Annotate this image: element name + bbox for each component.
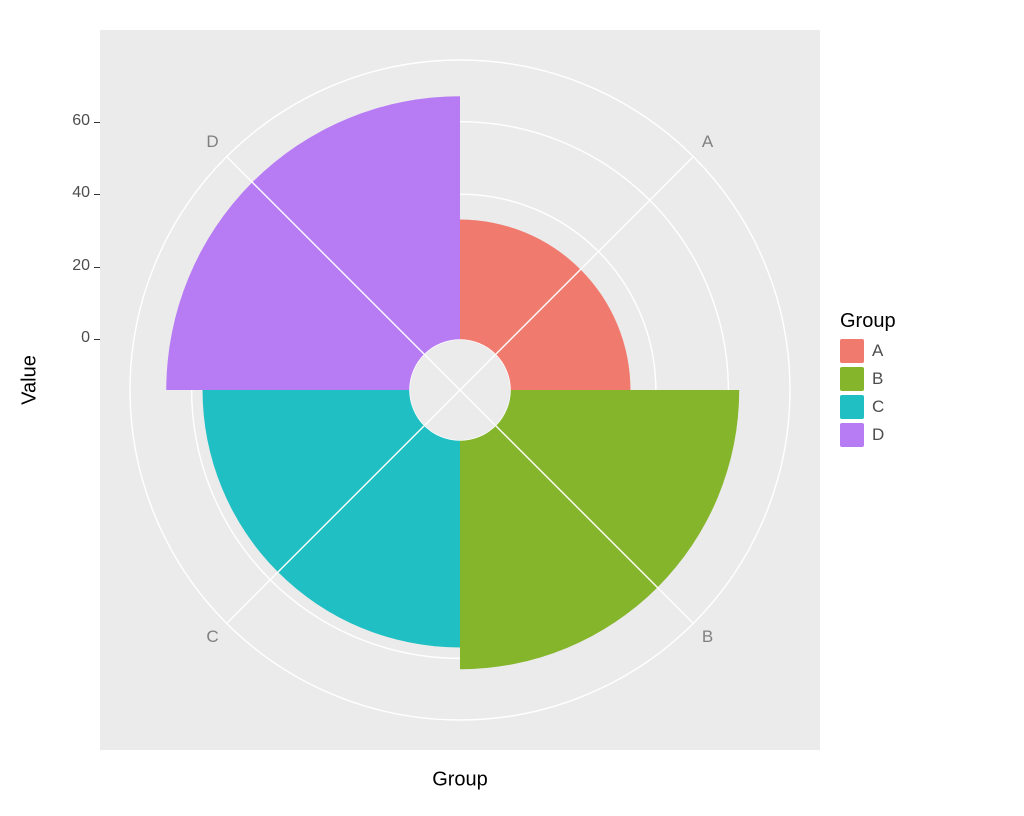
- y-axis-title: Value: [19, 355, 42, 405]
- y-tick-mark: [94, 339, 100, 340]
- legend: Group ABCD: [840, 310, 1000, 451]
- category-label: A: [702, 132, 714, 151]
- category-label: C: [206, 627, 218, 646]
- category-label: B: [702, 627, 713, 646]
- legend-key: [840, 423, 864, 447]
- legend-item: C: [840, 395, 1000, 419]
- plot-panel: A B C D: [100, 30, 820, 750]
- legend-key: [840, 395, 864, 419]
- legend-item: A: [840, 339, 1000, 363]
- legend-label: C: [872, 397, 884, 417]
- x-axis-title: Group: [432, 769, 488, 792]
- legend-key: [840, 367, 864, 391]
- legend-item: B: [840, 367, 1000, 391]
- legend-key: [840, 339, 864, 363]
- legend-label: D: [872, 425, 884, 445]
- y-tick-label: 60: [50, 112, 90, 130]
- y-tick-label: 0: [50, 329, 90, 347]
- legend-title: Group: [840, 310, 1000, 333]
- legend-label: B: [872, 369, 883, 389]
- chart-stage: Value Group ABCD 0204060 Group ABCD: [0, 0, 1024, 816]
- polar-svg: A B C D: [100, 30, 820, 750]
- legend-label: A: [872, 341, 883, 361]
- y-tick-mark: [94, 122, 100, 123]
- y-tick-label: 20: [50, 257, 90, 275]
- y-tick-label: 40: [50, 184, 90, 202]
- legend-item: D: [840, 423, 1000, 447]
- category-label: D: [206, 132, 218, 151]
- y-tick-mark: [94, 267, 100, 268]
- y-tick-mark: [94, 194, 100, 195]
